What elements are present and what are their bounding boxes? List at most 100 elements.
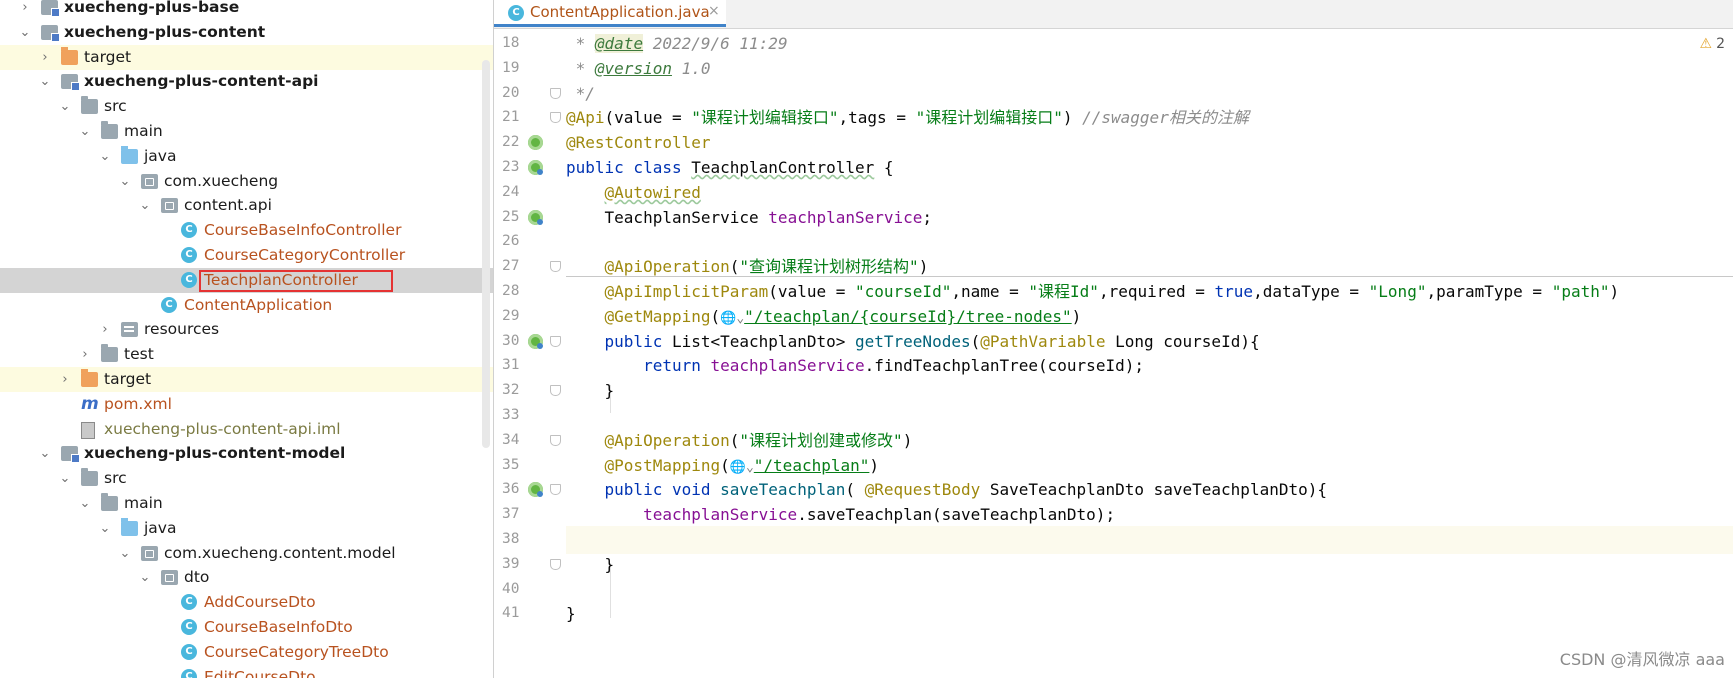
- tree-item[interactable]: › target: [0, 367, 493, 392]
- tree-item[interactable]: ⌄ com.xuecheng: [0, 169, 493, 194]
- code-line-34[interactable]: @ApiOperation("课程计划创建或修改"): [566, 427, 1733, 455]
- fold-icon[interactable]: [550, 558, 561, 570]
- globe-icon[interactable]: 🌐⌄: [730, 460, 754, 475]
- gutter-line[interactable]: 23: [494, 154, 566, 182]
- chevron-right-icon[interactable]: ›: [58, 367, 72, 392]
- gutter-line[interactable]: 34: [494, 427, 566, 455]
- gutter-line[interactable]: 32: [494, 377, 566, 405]
- chevron-down-icon[interactable]: ⌄: [38, 441, 52, 466]
- chevron-down-icon[interactable]: ⌄: [18, 20, 32, 45]
- tree-item[interactable]: ⌄ xuecheng-plus-content-api: [0, 69, 493, 94]
- fold-icon[interactable]: [550, 87, 561, 99]
- spring-bean-icon[interactable]: [528, 160, 543, 175]
- code-line-39[interactable]: }: [566, 551, 1733, 579]
- chevron-right-icon[interactable]: ›: [98, 317, 112, 342]
- close-icon[interactable]: ×: [708, 3, 720, 19]
- gutter-line[interactable]: 36: [494, 476, 566, 504]
- code-line-26[interactable]: [566, 228, 1733, 256]
- gutter-line[interactable]: 19: [494, 55, 566, 83]
- code-line-24[interactable]: @Autowired: [566, 179, 1733, 207]
- tree-item[interactable]: ⌄ main: [0, 119, 493, 144]
- spring-bean-icon[interactable]: [528, 209, 543, 225]
- tree-item[interactable]: ⌄ content.api: [0, 193, 493, 218]
- code-line-23[interactable]: public class TeachplanController {: [566, 154, 1733, 182]
- gutter-line[interactable]: 38: [494, 526, 566, 554]
- tree-item[interactable]: › xuecheng-plus-base: [0, 0, 493, 20]
- code-line-29[interactable]: @GetMapping(🌐⌄"/teachplan/{courseId}/tre…: [566, 303, 1733, 331]
- gutter-line[interactable]: 28: [494, 278, 566, 306]
- tree-item[interactable]: › test: [0, 342, 493, 367]
- tree-item[interactable]: C AddCourseDto: [0, 590, 493, 615]
- code-line-30[interactable]: public List<TeachplanDto> getTreeNodes(@…: [566, 328, 1733, 356]
- gutter-line[interactable]: 26: [494, 228, 566, 256]
- scrollbar[interactable]: [482, 60, 490, 448]
- chevron-down-icon[interactable]: ⌄: [38, 69, 52, 94]
- gutter-line[interactable]: 40: [494, 576, 566, 604]
- code-line-40[interactable]: [566, 576, 1733, 604]
- tree-item[interactable]: C CourseBaseInfoDto: [0, 615, 493, 640]
- code-line-41[interactable]: }: [566, 600, 1733, 628]
- code-line-31[interactable]: return teachplanService.findTeachplanTre…: [566, 352, 1733, 380]
- gutter-line[interactable]: 18: [494, 30, 566, 58]
- fold-icon[interactable]: [550, 261, 561, 273]
- tree-item[interactable]: ⌄ main: [0, 491, 493, 516]
- tree-item[interactable]: m pom.xml: [0, 392, 493, 417]
- fold-icon[interactable]: [550, 112, 561, 124]
- tree-item[interactable]: ⌄ src: [0, 466, 493, 491]
- fold-icon[interactable]: [550, 385, 561, 397]
- code-area[interactable]: * @date 2022/9/6 11:29 * @version 1.0 */…: [566, 30, 1733, 678]
- tree-item[interactable]: C EditCourseDto: [0, 665, 493, 678]
- chevron-down-icon[interactable]: ⌄: [58, 94, 72, 119]
- gutter-line[interactable]: 35: [494, 452, 566, 480]
- code-line-25[interactable]: TeachplanService teachplanService;: [566, 204, 1733, 232]
- tree-item[interactable]: C ContentApplication: [0, 293, 493, 318]
- spring-icon[interactable]: [528, 135, 543, 151]
- tree-item[interactable]: ⌄ xuecheng-plus-content: [0, 20, 493, 45]
- code-editor[interactable]: C ContentApplication.java × ⚠ 2 18 19 20 21 2…: [494, 0, 1733, 678]
- chevron-right-icon[interactable]: ›: [18, 0, 32, 20]
- tree-item[interactable]: C CourseCategoryController: [0, 243, 493, 268]
- tree-item[interactable]: › target: [0, 44, 493, 70]
- code-line-28[interactable]: @ApiImplicitParam(value = "courseId",nam…: [566, 278, 1733, 306]
- code-line-27[interactable]: @ApiOperation("查询课程计划树形结构"): [566, 253, 1733, 281]
- code-line-35[interactable]: @PostMapping(🌐⌄"/teachplan"): [566, 452, 1733, 480]
- code-line-36[interactable]: public void saveTeachplan( @RequestBody …: [566, 476, 1733, 504]
- fold-icon[interactable]: [550, 335, 561, 347]
- gutter-line[interactable]: 20: [494, 80, 566, 108]
- gutter-line[interactable]: 24: [494, 179, 566, 207]
- tree-item[interactable]: C CourseBaseInfoController: [0, 218, 493, 243]
- tree-item[interactable]: ⌄ xuecheng-plus-content-model: [0, 441, 493, 466]
- chevron-down-icon[interactable]: ⌄: [58, 466, 72, 491]
- code-line-32[interactable]: }: [566, 377, 1733, 405]
- chevron-down-icon[interactable]: ⌄: [98, 516, 112, 541]
- chevron-down-icon[interactable]: ⌄: [98, 144, 112, 169]
- spring-bean-icon[interactable]: [528, 482, 543, 498]
- gutter-line[interactable]: 29: [494, 303, 566, 331]
- gutter-line[interactable]: 33: [494, 402, 566, 430]
- gutter-line[interactable]: 21: [494, 104, 566, 132]
- chevron-down-icon[interactable]: ⌄: [78, 119, 92, 144]
- tree-item[interactable]: ⌄ src: [0, 94, 493, 119]
- chevron-down-icon[interactable]: ⌄: [118, 541, 132, 566]
- code-line-18[interactable]: * @date 2022/9/6 11:29: [566, 30, 1733, 58]
- tree-item[interactable]: ⌄ dto: [0, 565, 493, 590]
- gutter-line[interactable]: 39: [494, 551, 566, 579]
- code-line-20[interactable]: */: [566, 80, 1733, 108]
- tab-content-application[interactable]: C ContentApplication.java ×: [494, 0, 726, 27]
- fold-icon[interactable]: [550, 434, 561, 446]
- gutter-line[interactable]: 31: [494, 352, 566, 380]
- tree-item[interactable]: xuecheng-plus-content-api.iml: [0, 417, 493, 442]
- gutter-line[interactable]: 30: [494, 328, 566, 356]
- globe-icon[interactable]: 🌐⌄: [720, 311, 744, 326]
- tree-item[interactable]: ⌄ java: [0, 144, 493, 169]
- chevron-down-icon[interactable]: ⌄: [78, 491, 92, 516]
- gutter-line[interactable]: 27: [494, 253, 566, 281]
- gutter-line[interactable]: 41: [494, 600, 566, 628]
- chevron-down-icon[interactable]: ⌄: [138, 193, 152, 218]
- tree-item[interactable]: C CourseCategoryTreeDto: [0, 640, 493, 665]
- chevron-right-icon[interactable]: ›: [38, 45, 52, 70]
- tree-item[interactable]: ⌄ com.xuecheng.content.model: [0, 541, 493, 566]
- fold-icon[interactable]: [550, 484, 561, 496]
- code-line-19[interactable]: * @version 1.0: [566, 55, 1733, 83]
- chevron-down-icon[interactable]: ⌄: [138, 565, 152, 590]
